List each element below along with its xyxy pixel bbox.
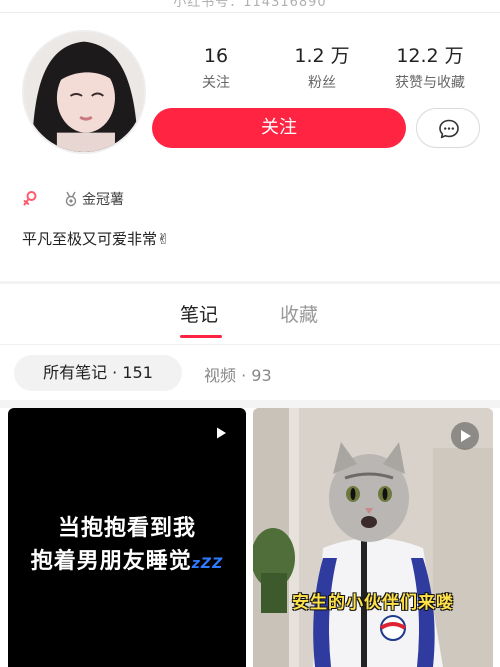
level-badge: 金冠薯 — [82, 192, 124, 208]
section-divider — [0, 281, 500, 284]
message-button[interactable] — [416, 108, 480, 148]
stat-label: 获赞与收藏 — [395, 75, 465, 91]
note-card[interactable]: 当抱抱看到我 抱着男朋友睡觉zZZ — [8, 408, 246, 667]
card-overlay-text: 当抱抱看到我 抱着男朋友睡觉zZZ — [8, 512, 246, 581]
card-text-line: 抱着男朋友睡觉zZZ — [30, 549, 224, 574]
card-caption: 安生的小伙伴们来喽 — [292, 593, 454, 613]
note-card[interactable]: 安生的小伙伴们来喽 — [253, 408, 493, 667]
stat-label: 粉丝 — [308, 75, 336, 91]
play-icon — [217, 427, 226, 439]
play-icon — [461, 430, 471, 442]
divider — [0, 344, 500, 345]
tab-notes[interactable]: 笔记 — [180, 300, 218, 327]
bio-text: 平凡至极又可爱非常✌ — [22, 230, 170, 248]
stat-value: 1.2 万 — [294, 45, 350, 67]
divider — [0, 12, 500, 13]
chat-bubble-icon — [439, 119, 459, 139]
card-text-line: 当抱抱看到我 — [57, 516, 196, 541]
stat-fans[interactable]: 1.2 万 粉丝 — [286, 44, 358, 92]
avatar[interactable] — [22, 30, 146, 154]
sleep-zzz: zZZ — [191, 556, 224, 572]
grid-divider — [0, 400, 500, 408]
play-button — [451, 422, 479, 450]
medal-icon — [65, 191, 77, 207]
avatar-photo — [24, 32, 144, 152]
stat-likes-collects[interactable]: 12.2 万 获赞与收藏 — [380, 44, 480, 92]
profile-meta: 金冠薯 — [22, 189, 124, 209]
active-tab-indicator — [180, 335, 222, 338]
stat-value: 12.2 万 — [396, 45, 464, 67]
tab-collections[interactable]: 收藏 — [280, 300, 318, 327]
header-id-line: 小红书号：114316890 — [173, 0, 327, 10]
stat-value: 16 — [203, 45, 229, 67]
follow-button[interactable]: 关注 — [152, 108, 406, 148]
female-gender-icon — [23, 191, 37, 206]
stat-following[interactable]: 16 关注 — [186, 44, 246, 92]
stat-label: 关注 — [202, 75, 230, 91]
filter-videos[interactable]: 视频 · 93 — [204, 362, 272, 386]
filter-all-notes[interactable]: 所有笔记 · 151 — [14, 355, 182, 391]
